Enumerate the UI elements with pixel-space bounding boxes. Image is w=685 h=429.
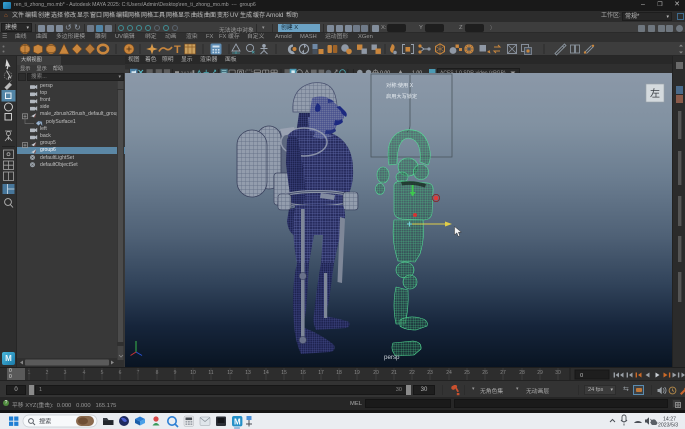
svg-text:启用大写锁定: 启用大写锁定 [386, 92, 417, 100]
svg-text:0: 0 [580, 373, 583, 379]
svg-text:对称:使用 X: 对称:使用 X [386, 81, 414, 89]
svg-text:persp: persp [384, 354, 400, 361]
svg-text:T: T [174, 44, 181, 56]
svg-text:M: M [234, 418, 241, 427]
svg-text:2023/5/3: 2023/5/3 [658, 423, 678, 429]
svg-text:搜索: 搜索 [39, 418, 51, 426]
svg-text:左: 左 [650, 87, 660, 100]
